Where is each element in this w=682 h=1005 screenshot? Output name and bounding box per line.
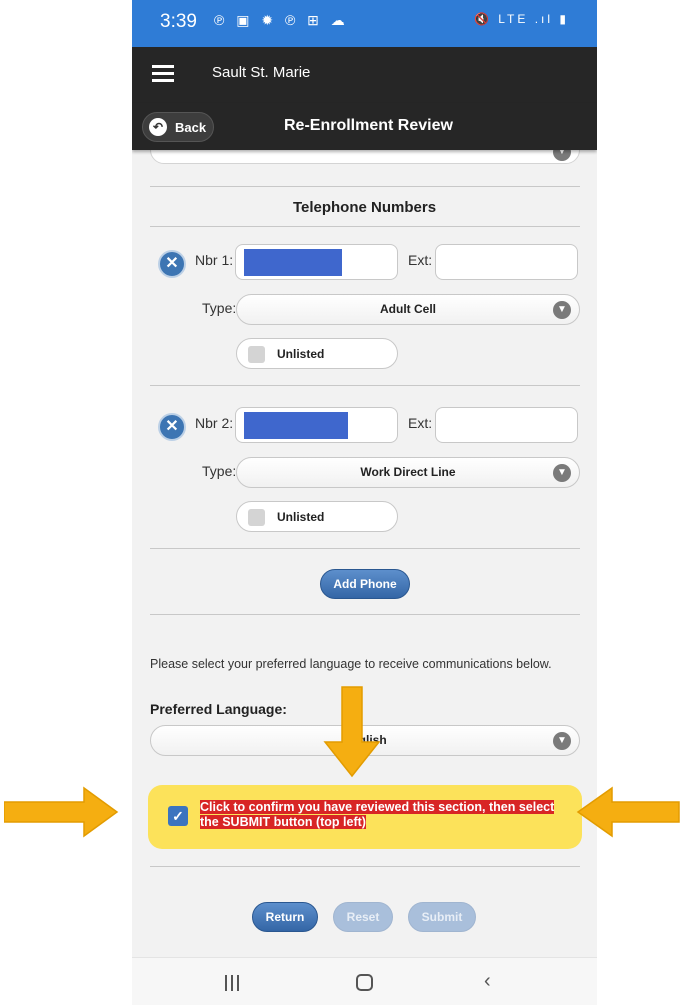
- preferred-language-label: Preferred Language:: [150, 701, 287, 717]
- app-bar: Sault St. Marie: [132, 47, 597, 103]
- android-navigation-bar: ‹: [132, 957, 597, 1005]
- type-1-label: Type:: [202, 300, 237, 316]
- phone-type-1-value: Adult Cell: [380, 302, 436, 316]
- app-title: Sault St. Marie: [212, 64, 311, 81]
- notification-icons: ℗ ▣ ✹ ℗ ⊞ ☁: [214, 12, 349, 28]
- phone-type-2-value: Work Direct Line: [360, 465, 456, 479]
- extension-1-input[interactable]: [435, 244, 578, 280]
- remove-phone-1-icon[interactable]: ✕: [158, 250, 186, 278]
- chevron-down-icon: ▼: [553, 732, 571, 750]
- page-header: ↶ Back Re-Enrollment Review: [132, 103, 597, 150]
- status-time: 3:39: [160, 11, 197, 32]
- language-info-text: Please select your preferred language to…: [150, 657, 552, 671]
- divider: [150, 548, 580, 549]
- submit-button[interactable]: Submit: [408, 902, 476, 932]
- unlisted-1-label: Unlisted: [277, 347, 325, 361]
- back-nav-icon[interactable]: ‹: [484, 970, 491, 993]
- divider: [150, 186, 580, 187]
- divider: [150, 226, 580, 227]
- home-icon[interactable]: [356, 974, 373, 991]
- annotation-arrow-left: [576, 786, 680, 838]
- confirm-review-box[interactable]: ✓ Click to confirm you have reviewed thi…: [148, 785, 582, 849]
- unchecked-box-icon: [248, 509, 265, 526]
- annotation-arrow-right: [4, 786, 119, 838]
- unlisted-2-checkbox[interactable]: Unlisted: [236, 501, 398, 532]
- return-button[interactable]: Return: [252, 902, 318, 932]
- redacted-block: [244, 249, 342, 276]
- back-button-label: Back: [175, 119, 207, 135]
- back-button[interactable]: ↶ Back: [142, 112, 214, 142]
- reset-button[interactable]: Reset: [333, 902, 393, 932]
- number-2-label: Nbr 2:: [195, 415, 234, 431]
- back-arrow-icon: ↶: [149, 118, 167, 136]
- signal-battery-icons: 🔇 LTE .ıl ▮: [474, 12, 569, 26]
- chevron-down-icon: ▼: [553, 464, 571, 482]
- remove-phone-2-icon[interactable]: ✕: [158, 413, 186, 441]
- ext-1-label: Ext:: [408, 252, 433, 268]
- phone-number-2-input[interactable]: [235, 407, 398, 443]
- page-title: Re-Enrollment Review: [284, 117, 453, 134]
- phone-type-2-select[interactable]: Work Direct Line ▼: [236, 457, 580, 488]
- divider: [150, 614, 580, 615]
- phone-number-1-input[interactable]: [235, 244, 398, 280]
- phone-screen: 3:39 ℗ ▣ ✹ ℗ ⊞ ☁ 🔇 LTE .ıl ▮ Sault St. M…: [132, 0, 597, 1005]
- chevron-down-icon: ▼: [553, 301, 571, 319]
- unlisted-2-label: Unlisted: [277, 510, 325, 524]
- section-title-telephone: Telephone Numbers: [292, 199, 437, 216]
- confirm-review-label: Click to confirm you have reviewed this …: [200, 800, 555, 829]
- unlisted-1-checkbox[interactable]: Unlisted: [236, 338, 398, 369]
- status-bar: 3:39 ℗ ▣ ✹ ℗ ⊞ ☁ 🔇 LTE .ıl ▮: [132, 0, 597, 47]
- checkmark-icon[interactable]: ✓: [168, 806, 188, 826]
- hamburger-menu-icon[interactable]: [152, 65, 174, 83]
- divider: [150, 385, 580, 386]
- annotation-arrow-down: [323, 686, 381, 778]
- confirm-review-text: Click to confirm you have reviewed this …: [200, 800, 572, 830]
- number-1-label: Nbr 1:: [195, 252, 234, 268]
- redacted-block: [244, 412, 348, 439]
- type-2-label: Type:: [202, 463, 237, 479]
- add-phone-button[interactable]: Add Phone: [320, 569, 410, 599]
- recent-apps-icon[interactable]: [225, 975, 239, 991]
- ext-2-label: Ext:: [408, 415, 433, 431]
- extension-2-input[interactable]: [435, 407, 578, 443]
- phone-type-1-select[interactable]: Adult Cell ▼: [236, 294, 580, 325]
- unchecked-box-icon: [248, 346, 265, 363]
- divider: [150, 866, 580, 867]
